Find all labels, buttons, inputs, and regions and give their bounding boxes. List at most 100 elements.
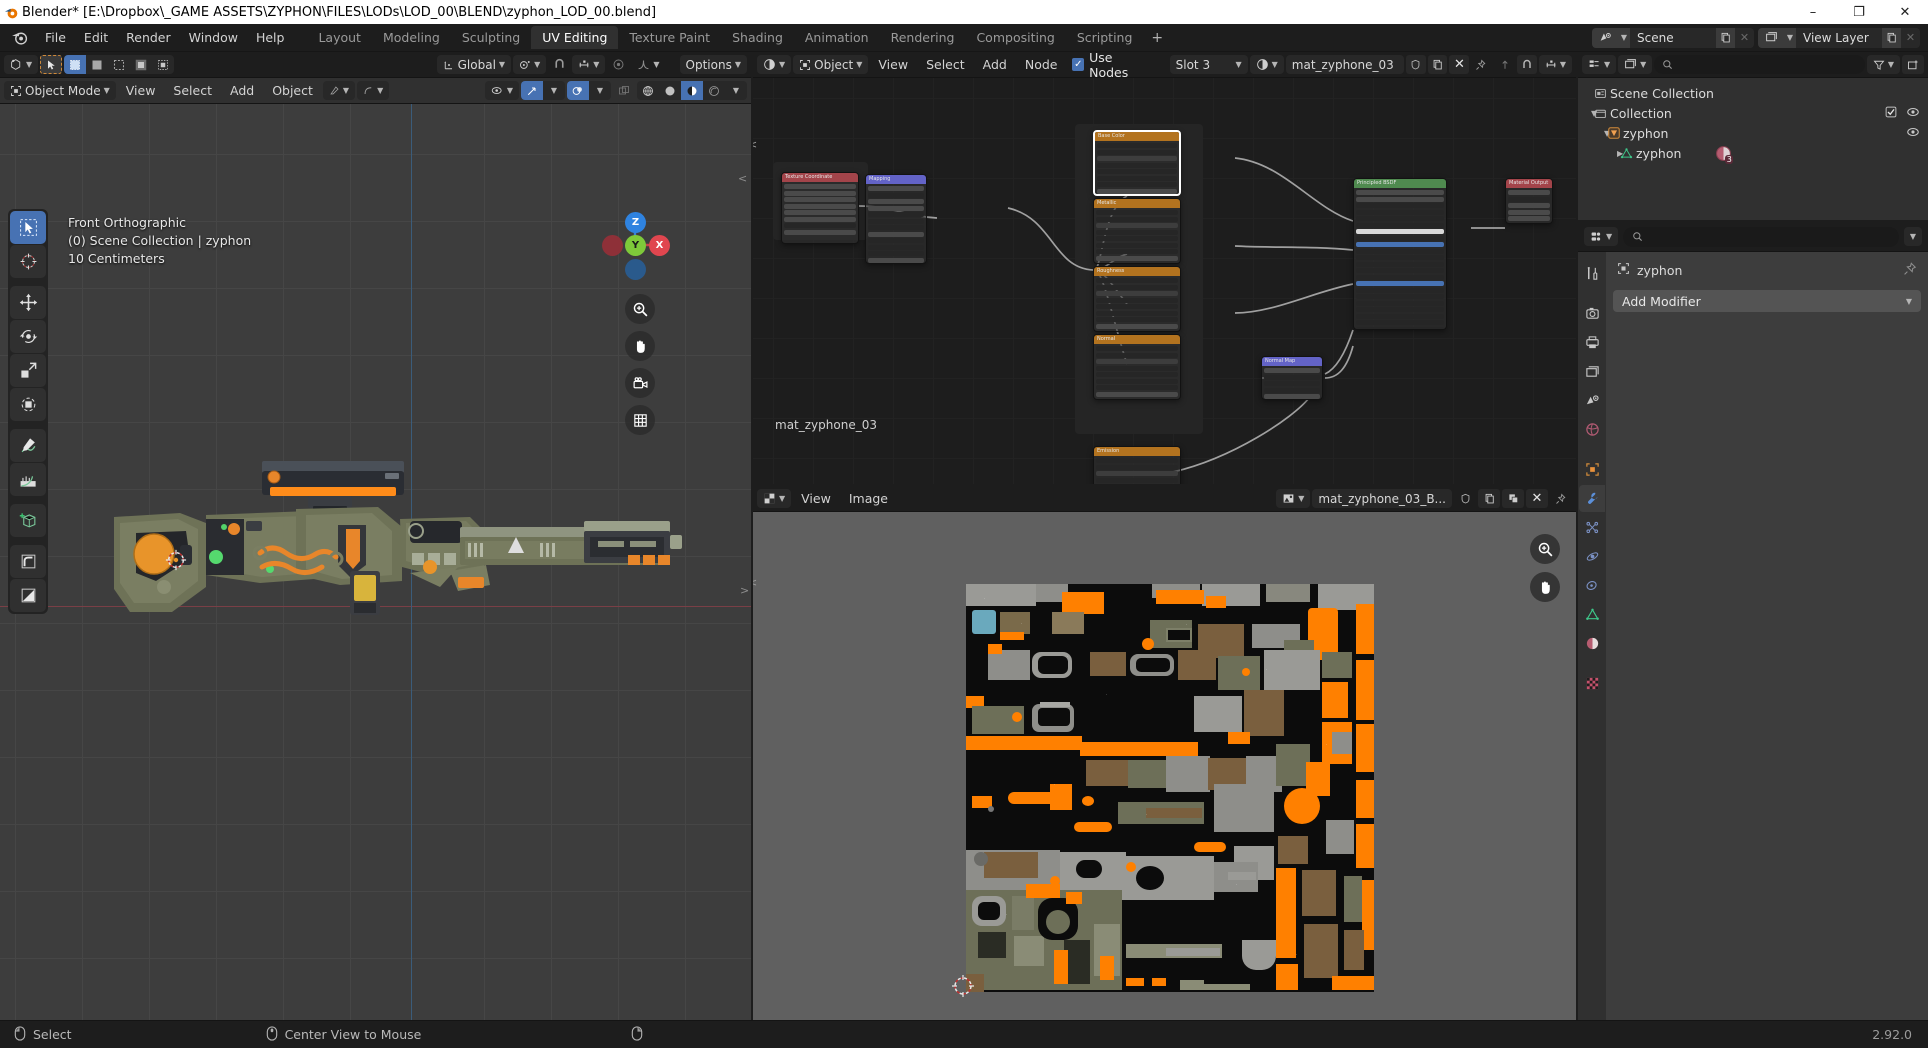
fake-user-shield-icon[interactable] [1405,55,1426,74]
node-image-texture-metallic[interactable]: Metallic [1093,198,1181,264]
node-magnet-icon[interactable] [1517,55,1537,74]
editor-type-selector-uvimage[interactable]: ▼ [757,489,792,508]
viewport-menu-select[interactable]: Select [165,81,220,100]
move-tool[interactable] [10,286,46,319]
scale-tool[interactable] [10,354,46,387]
node-image-texture-roughness[interactable]: Roughness [1093,266,1181,332]
menu-window[interactable]: Window [180,27,247,48]
gizmo-dropdown-chevron[interactable]: ▼ [543,81,565,100]
delete-scene-icon[interactable]: ✕ [1735,27,1754,48]
transform-orientation-selector[interactable]: Global ▼ [436,55,512,74]
interaction-mode-selector[interactable]: Object Mode ▼ [4,81,116,100]
bevel-tool[interactable] [10,545,46,578]
material-tab[interactable] [1579,630,1605,657]
viewport-options-button[interactable]: Options ▼ [679,55,747,74]
solid-shading-icon[interactable] [659,81,681,100]
node-normal-map[interactable]: Normal Map [1261,356,1323,400]
tool-tab[interactable] [1579,260,1605,287]
workspace-tab-layout[interactable]: Layout [307,26,372,49]
viewport-menu-view[interactable]: View [118,81,164,100]
uv-menu-view[interactable]: View [793,489,839,508]
texture-tab[interactable] [1579,670,1605,697]
new-collection-icon[interactable] [1902,55,1924,74]
modifier-tab[interactable] [1579,485,1605,512]
shear-tool[interactable] [10,579,46,612]
constraints-tab[interactable] [1579,572,1605,599]
minimize-button[interactable]: – [1790,0,1836,24]
maximize-button[interactable]: ❐ [1836,0,1882,24]
snap-node-icon[interactable] [1495,55,1515,74]
select-subtract-icon[interactable] [108,55,130,74]
world-tab[interactable] [1579,416,1605,443]
add-workspace-button[interactable]: + [1143,27,1171,49]
menu-edit[interactable]: Edit [75,27,117,48]
shader-menu-add[interactable]: Add [975,55,1015,74]
pan-hand-icon-uv[interactable] [1530,572,1560,602]
navigation-gizmo[interactable]: Z Y X [599,209,671,281]
viewport-left-expand-arrow[interactable]: > [740,584,749,597]
workspace-tab-shading[interactable]: Shading [721,26,794,49]
menu-render[interactable]: Render [117,27,180,48]
editor-type-selector-properties[interactable]: ▼ [1584,227,1619,246]
scene-tab[interactable] [1579,387,1605,414]
rendered-shading-icon[interactable] [703,81,725,100]
outliner-row-object-zyphon[interactable]: ▼ zyphon [1578,123,1928,143]
viewport-visibility-selector[interactable]: ▼ [484,81,519,100]
collection-checkbox[interactable] [1885,106,1897,121]
scene-dropdown-chevron[interactable]: ▼ [1618,27,1630,48]
use-nodes-toggle[interactable]: ✓ Use Nodes [1067,50,1153,80]
physics-tab[interactable] [1579,543,1605,570]
workspace-tab-animation[interactable]: Animation [794,26,880,49]
measure-tool[interactable] [10,463,46,496]
node-snap-target-selector[interactable]: ▼ [1538,55,1573,74]
image-name-field[interactable]: mat_zyphone_03_B... [1312,489,1452,508]
show-overlays-icon[interactable] [567,81,589,100]
gizmo-axis-neg-z[interactable] [625,259,646,280]
viewport-menu-object[interactable]: Object [264,81,321,100]
pivot-point-selector[interactable]: ▼ [513,55,547,74]
workspace-tab-uv-editing[interactable]: UV Editing [531,26,619,49]
outliner-search-input[interactable] [1654,55,1865,74]
image-browse-icon[interactable]: ▼ [1276,489,1311,508]
output-tab[interactable] [1579,329,1605,356]
node-principled-bsdf[interactable]: Principled BSDF [1353,178,1447,330]
collection-visibility-eye-icon[interactable] [1906,105,1920,122]
new-scene-icon[interactable] [1716,27,1735,48]
weapon-mesh-object[interactable] [110,449,710,629]
editor-type-selector-3dview[interactable]: ▼ [4,55,39,74]
grid-ortho-icon[interactable] [625,405,655,435]
scene-name[interactable]: Scene [1630,31,1716,45]
blender-logo-icon[interactable] [8,27,30,49]
gizmo-axis-neg-x[interactable] [602,235,623,256]
node-texture-coordinate[interactable]: Texture Coordinate [781,172,859,244]
transform-tool[interactable] [10,388,46,421]
gizmo-axis-z[interactable]: Z [625,212,646,233]
show-gizmo-icon[interactable] [521,81,543,100]
zoom-icon[interactable] [625,294,655,324]
uv-menu-image[interactable]: Image [841,489,896,508]
workspace-tab-compositing[interactable]: Compositing [965,26,1065,49]
select-new-icon[interactable] [64,55,87,74]
menu-file[interactable]: File [36,27,75,48]
wireframe-shading-icon[interactable] [637,81,659,100]
expand-arrow-collection[interactable]: ▼ [1578,109,1597,118]
outliner-row-collection[interactable]: ▼ Collection [1578,103,1928,123]
material-preview-shading-icon[interactable] [681,81,703,100]
select-box-tool-icon[interactable] [40,55,63,74]
object-tab[interactable] [1579,456,1605,483]
select-extend-icon[interactable] [86,55,108,74]
workspace-tab-rendering[interactable]: Rendering [880,26,966,49]
object-mode-extras-selector[interactable]: ▼ [322,81,356,100]
editor-type-selector-shader[interactable]: ▼ [757,55,792,74]
pan-hand-icon[interactable] [625,331,655,361]
zoom-icon-uv[interactable] [1530,534,1560,564]
viewport-sidebar-expand-arrow[interactable]: < [738,172,747,185]
shader-left-expand-arrow[interactable]: < [753,138,757,151]
material-badge[interactable]: 3 [1715,145,1734,164]
uv-texture-image[interactable] [966,584,1374,992]
shader-type-selector[interactable]: Object ▼ [793,55,869,74]
snap-target-selector[interactable]: ▼ [572,55,606,74]
shader-menu-view[interactable]: View [870,55,916,74]
workspace-tab-modeling[interactable]: Modeling [372,26,451,49]
gizmo-axis-x[interactable]: X [649,235,670,256]
